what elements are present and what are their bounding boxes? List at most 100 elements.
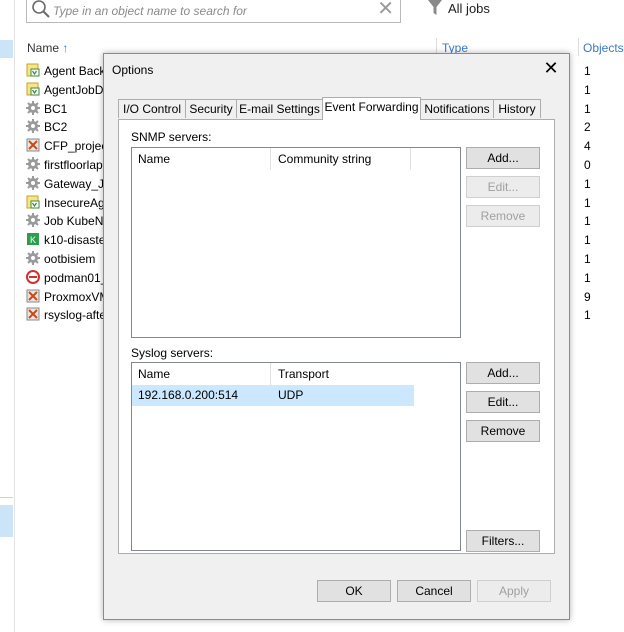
job-objects-count: 1 bbox=[584, 308, 591, 323]
job-objects-count: 9 bbox=[584, 289, 591, 304]
syslog-server-name: 192.168.0.200:514 bbox=[138, 388, 239, 402]
apply-button[interactable]: Apply bbox=[477, 580, 551, 602]
syslog-servers-label: Syslog servers: bbox=[131, 346, 214, 360]
job-row[interactable]: firstfloorlapt bbox=[26, 156, 106, 175]
nav-divider bbox=[0, 497, 13, 498]
syslog-edit-button[interactable]: Edit... bbox=[466, 391, 540, 413]
column-divider[interactable] bbox=[270, 363, 271, 385]
agent-job-icon bbox=[26, 82, 40, 96]
dialog-title: Options bbox=[112, 63, 154, 77]
job-row[interactable]: BC2 bbox=[26, 118, 106, 137]
job-row[interactable]: Kk10-disaster bbox=[26, 231, 106, 250]
ok-button[interactable]: OK bbox=[317, 580, 391, 602]
job-objects-count: 1 bbox=[584, 176, 591, 191]
job-name: k10-disaster bbox=[44, 233, 106, 248]
job-name: Agent Backu bbox=[44, 64, 106, 78]
gear-job-icon bbox=[26, 100, 40, 115]
gear-job-icon bbox=[26, 157, 40, 171]
syslog-column-name[interactable]: Name bbox=[138, 363, 170, 385]
column-divider[interactable] bbox=[270, 148, 271, 170]
job-row[interactable]: CFP_project bbox=[26, 137, 106, 156]
snmp-add-button[interactable]: Add... bbox=[466, 147, 540, 169]
job-row[interactable]: Job KubeNo bbox=[26, 212, 106, 231]
snmp-edit-button[interactable]: Edit... bbox=[466, 176, 540, 198]
gear-job-icon bbox=[26, 213, 40, 228]
tab-event-forwarding[interactable]: Event Forwarding bbox=[322, 97, 421, 120]
job-name: Gateway_Job bbox=[44, 176, 106, 191]
snmp-column-community-string[interactable]: Community string bbox=[278, 148, 371, 170]
all-jobs-filter[interactable]: All jobs bbox=[448, 1, 490, 16]
job-objects-count: 1 bbox=[584, 233, 591, 248]
gear-job-icon bbox=[26, 251, 40, 265]
disabled-job-icon bbox=[26, 289, 40, 303]
filter-icon[interactable] bbox=[428, 0, 442, 16]
disabled-job-icon bbox=[26, 138, 40, 152]
disabled-job-icon bbox=[26, 307, 40, 321]
tab-history[interactable]: History bbox=[493, 99, 541, 118]
job-row[interactable]: podman01_ bbox=[26, 269, 106, 288]
nav-selection-indicator[interactable] bbox=[0, 40, 13, 58]
sort-ascending-icon: ↑ bbox=[62, 41, 69, 55]
job-row[interactable]: InsecureAge bbox=[26, 194, 106, 213]
tab-security[interactable]: Security bbox=[185, 99, 237, 118]
syslog-filters-button[interactable]: Filters... bbox=[466, 530, 540, 552]
clear-search-icon[interactable]: ✕ bbox=[377, 0, 394, 19]
job-name: CFP_project bbox=[44, 139, 106, 154]
column-divider[interactable] bbox=[410, 148, 411, 170]
job-objects-count: 1 bbox=[584, 82, 591, 97]
k10-job-icon: K bbox=[26, 232, 40, 246]
job-row[interactable]: ootbisiem bbox=[26, 250, 106, 269]
syslog-servers-list[interactable]: Name Transport 192.168.0.200:514 UDP bbox=[131, 362, 461, 551]
job-name: BC1 bbox=[44, 101, 68, 116]
job-objects-count: 1 bbox=[584, 270, 591, 285]
syslog-remove-button[interactable]: Remove bbox=[466, 420, 540, 442]
job-objects-count: 1 bbox=[584, 214, 591, 229]
job-name: ProxmoxVM bbox=[44, 289, 106, 304]
column-header-objects[interactable]: Objects bbox=[583, 41, 624, 55]
search-box[interactable]: Type in an object name to search for ✕ bbox=[26, 0, 401, 23]
snmp-servers-list[interactable]: Name Community string bbox=[131, 147, 461, 338]
job-row[interactable]: BC1 bbox=[26, 100, 106, 119]
job-row[interactable]: ProxmoxVM bbox=[26, 288, 106, 307]
agent-job-icon bbox=[26, 63, 40, 77]
tab-io-control[interactable]: I/O Control bbox=[118, 99, 186, 118]
search-icon bbox=[31, 0, 51, 22]
job-objects-count: 1 bbox=[584, 252, 591, 266]
column-divider[interactable] bbox=[578, 38, 579, 56]
job-name: ootbisiem bbox=[44, 252, 96, 266]
job-row[interactable]: Gateway_Job bbox=[26, 175, 106, 194]
syslog-server-row[interactable]: 192.168.0.200:514 UDP bbox=[132, 385, 414, 406]
syslog-add-button[interactable]: Add... bbox=[466, 362, 540, 384]
column-header-name-label: Name bbox=[27, 41, 60, 55]
nav-selection-indicator-bottom[interactable] bbox=[0, 505, 13, 537]
job-name: InsecureAge bbox=[44, 195, 106, 210]
agent-job-icon bbox=[26, 195, 40, 209]
tab-email-settings[interactable]: E-mail Settings bbox=[236, 99, 323, 118]
snmp-servers-label: SNMP servers: bbox=[131, 130, 212, 144]
tab-notifications[interactable]: Notifications bbox=[420, 99, 494, 118]
snmp-remove-button[interactable]: Remove bbox=[466, 205, 540, 227]
job-row[interactable]: Agent Backu bbox=[26, 62, 106, 81]
job-objects-count: 2 bbox=[584, 120, 591, 135]
navigation-strip bbox=[0, 0, 15, 632]
event-forwarding-panel: SNMP servers: Name Community string Add.… bbox=[118, 119, 555, 554]
gear-job-icon bbox=[26, 119, 40, 134]
column-header-name[interactable]: Name ↑ bbox=[27, 41, 68, 55]
close-icon[interactable]: ✕ bbox=[541, 58, 561, 78]
snmp-column-name[interactable]: Name bbox=[138, 148, 170, 170]
job-name: BC2 bbox=[44, 120, 68, 135]
job-objects-count: 4 bbox=[584, 139, 591, 154]
cancel-button[interactable]: Cancel bbox=[397, 580, 471, 602]
gear-job-icon bbox=[26, 175, 40, 190]
search-placeholder[interactable]: Type in an object name to search for bbox=[53, 4, 247, 18]
syslog-server-transport: UDP bbox=[278, 388, 304, 402]
svg-text:K: K bbox=[30, 235, 36, 245]
job-row[interactable]: AgentJobDi bbox=[26, 81, 106, 100]
job-name: firstfloorlapt bbox=[44, 158, 106, 172]
options-dialog: Options ✕ I/O Control Security E-mail Se… bbox=[103, 53, 570, 620]
job-name: rsyslog-afte bbox=[44, 308, 106, 323]
syslog-column-transport[interactable]: Transport bbox=[278, 363, 329, 385]
job-name: AgentJobDi bbox=[44, 82, 106, 97]
job-objects-count: 1 bbox=[584, 195, 591, 210]
job-row[interactable]: rsyslog-afte bbox=[26, 306, 106, 325]
